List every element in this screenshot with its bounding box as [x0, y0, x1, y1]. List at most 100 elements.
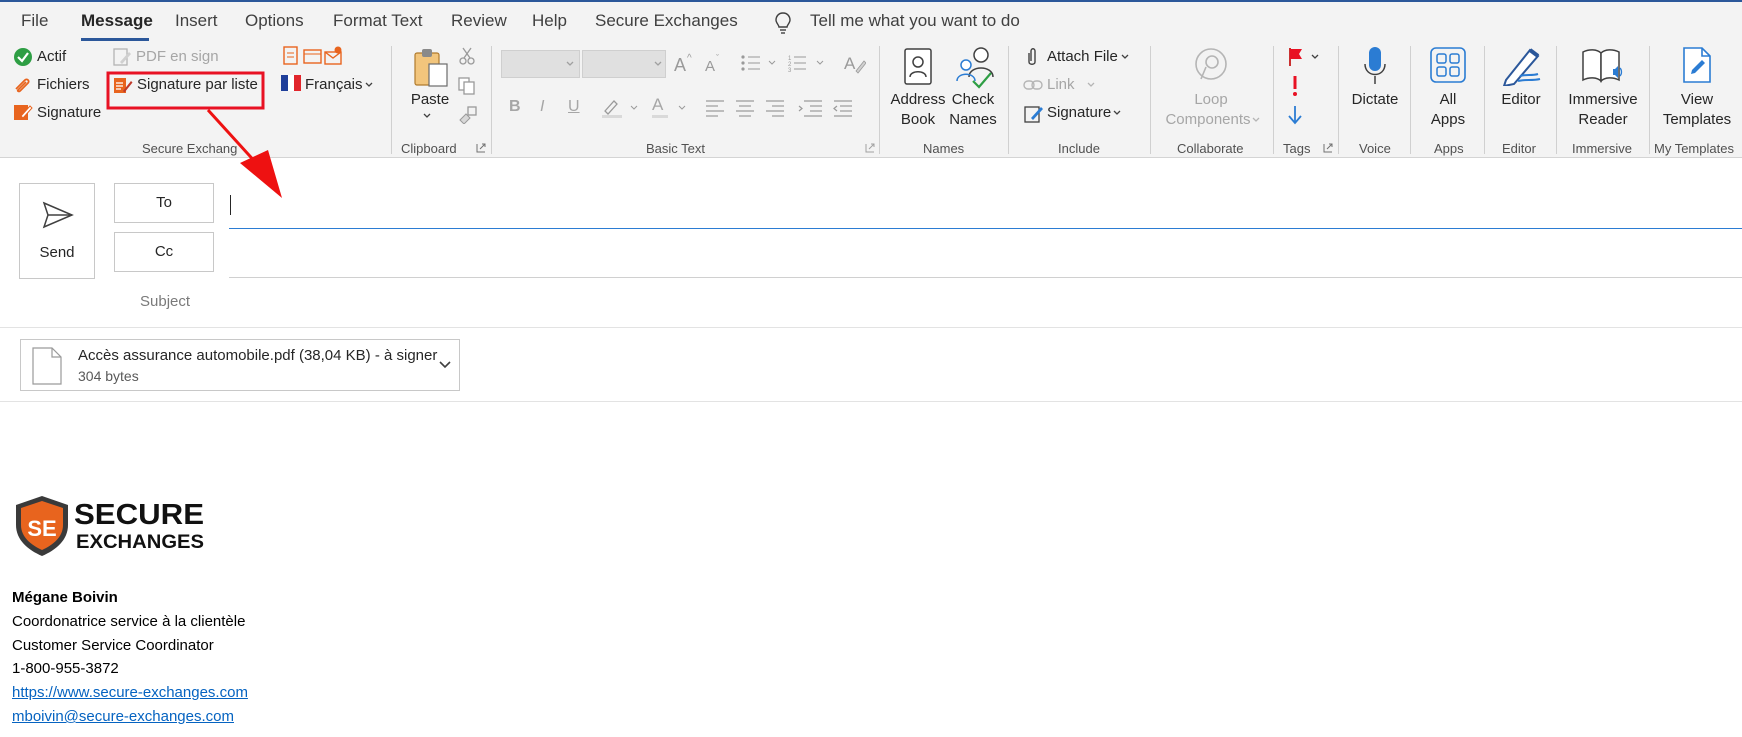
- view-templates-icon: [1683, 47, 1711, 83]
- immersive-reader-line1[interactable]: Immersive: [1560, 90, 1646, 110]
- dialog-launcher-icon[interactable]: [1323, 143, 1333, 153]
- menu-tabs: File Message Insert Options Format Text …: [0, 2, 1742, 42]
- underline-button[interactable]: U: [568, 98, 580, 116]
- attach-file-button[interactable]: Attach File: [1047, 48, 1118, 65]
- check-names-icon: [956, 47, 994, 89]
- view-templates-line2[interactable]: Templates: [1654, 110, 1740, 130]
- loop-icon: [1195, 48, 1227, 80]
- view-templates-line1[interactable]: View: [1654, 90, 1740, 110]
- ribbon-separator: [1273, 46, 1274, 154]
- cc-button[interactable]: Cc: [114, 232, 214, 272]
- svg-text:A: A: [844, 54, 856, 73]
- dialog-launcher-icon[interactable]: [476, 143, 486, 153]
- tags-group-label: Tags: [1283, 141, 1311, 156]
- chevron-down-icon: [365, 82, 373, 87]
- loop-components-line1[interactable]: Loop: [1150, 90, 1272, 110]
- collaborate-group-label: Collaborate: [1177, 141, 1244, 156]
- format-painter-icon[interactable]: [458, 106, 478, 124]
- ribbon-separator: [1556, 46, 1557, 154]
- tab-review[interactable]: Review: [451, 11, 507, 31]
- subject-field[interactable]: [0, 316, 1742, 328]
- highlight-color-icon[interactable]: [601, 97, 641, 119]
- bold-button[interactable]: B: [509, 98, 521, 116]
- dialog-launcher-icon[interactable]: [865, 143, 875, 153]
- ribbon-separator: [1649, 46, 1650, 154]
- paste-icon: [414, 49, 448, 87]
- tab-format-text[interactable]: Format Text: [333, 11, 422, 31]
- tab-file[interactable]: File: [21, 11, 48, 31]
- signature-title-fr: Coordonatrice service à la clientèle: [12, 613, 246, 630]
- editor-group-label: Editor: [1502, 141, 1536, 156]
- ribbon-separator: [491, 46, 492, 154]
- low-importance-icon[interactable]: [1288, 105, 1302, 125]
- active-tab-indicator: [81, 38, 149, 41]
- ribbon: Actif Fichiers Signature PDF en sign Sig…: [0, 42, 1742, 158]
- fichiers-button[interactable]: Fichiers: [37, 76, 90, 93]
- file-icon: [32, 347, 62, 385]
- my-templates-group-label: My Templates: [1654, 141, 1734, 156]
- apps-grid-icon: [1430, 47, 1466, 83]
- french-flag-icon: [281, 75, 301, 91]
- chevron-down-icon: [1121, 54, 1129, 59]
- secure-exchanges-logo: SE SECURE EXCHANGES: [16, 496, 204, 556]
- apps-group-label: Apps: [1434, 141, 1464, 156]
- language-dropdown[interactable]: Français: [305, 76, 363, 93]
- tab-options[interactable]: Options: [245, 11, 304, 31]
- attachment-card[interactable]: Accès assurance automobile.pdf (38,04 KB…: [20, 339, 460, 391]
- editor-pen-icon: [1502, 48, 1541, 86]
- link-button[interactable]: Link: [1047, 76, 1075, 93]
- chevron-down-icon: [654, 61, 662, 66]
- send-icon: [42, 201, 74, 229]
- paste-button[interactable]: Paste: [410, 90, 450, 110]
- signature-par-liste-button[interactable]: Signature par liste: [137, 76, 258, 93]
- check-names-line2[interactable]: Names: [945, 110, 1001, 130]
- check-names-line1[interactable]: Check: [945, 90, 1001, 110]
- cc-field[interactable]: [229, 230, 1742, 278]
- tab-help[interactable]: Help: [532, 11, 567, 31]
- alignment-indent-icons[interactable]: [706, 99, 852, 117]
- italic-button[interactable]: I: [540, 98, 544, 116]
- clear-formatting-icon[interactable]: A: [844, 52, 866, 74]
- pdf-en-sign-button[interactable]: PDF en sign: [136, 48, 219, 65]
- check-circle-icon: [14, 48, 32, 66]
- copy-icon[interactable]: [458, 77, 476, 95]
- scissors-icon[interactable]: [458, 47, 476, 65]
- tell-me-search[interactable]: Tell me what you want to do: [810, 11, 1020, 31]
- address-book-line1[interactable]: Address: [888, 90, 948, 110]
- immersive-reader-line2[interactable]: Reader: [1560, 110, 1646, 130]
- send-button[interactable]: Send: [19, 183, 95, 279]
- immersive-reader-icon: [1582, 49, 1623, 83]
- tab-secure-exchanges[interactable]: Secure Exchanges: [595, 11, 738, 31]
- signature-title-en: Customer Service Coordinator: [12, 637, 214, 654]
- immersive-group-label: Immersive: [1572, 141, 1632, 156]
- tab-message[interactable]: Message: [81, 11, 153, 31]
- editor-button[interactable]: Editor: [1491, 90, 1551, 110]
- tab-insert[interactable]: Insert: [175, 11, 218, 31]
- all-apps-line1[interactable]: All: [1418, 90, 1478, 110]
- to-field[interactable]: [229, 186, 1742, 229]
- signature-icon: [1024, 106, 1043, 123]
- flag-icon[interactable]: [1287, 47, 1305, 67]
- signature-website-link[interactable]: https://www.secure-exchanges.com: [12, 684, 248, 701]
- actif-button[interactable]: Actif: [37, 48, 66, 65]
- high-importance-icon[interactable]: [1291, 75, 1299, 97]
- address-book-line2[interactable]: Book: [888, 110, 948, 130]
- subject-label: Subject: [140, 293, 191, 310]
- signature-email-link[interactable]: mboivin@secure-exchanges.com: [12, 708, 234, 725]
- font-color-icon: [652, 105, 686, 118]
- bullets-numbering-icon[interactable]: 123: [740, 53, 840, 73]
- loop-components-line2[interactable]: Components: [1152, 110, 1264, 130]
- signature-name: Mégane Boivin: [12, 589, 118, 606]
- chevron-down-icon[interactable]: [439, 361, 451, 369]
- attachment-divider: [0, 401, 1742, 402]
- ribbon-separator: [1484, 46, 1485, 154]
- attachment-name: Accès assurance automobile.pdf (38,04 KB…: [78, 347, 438, 364]
- voice-group-label: Voice: [1359, 141, 1391, 156]
- font-grow-shrink-icon[interactable]: A ^ Aˇ: [674, 51, 728, 75]
- svg-text:SE: SE: [27, 516, 56, 541]
- dictate-button[interactable]: Dictate: [1345, 90, 1405, 110]
- include-signature-button[interactable]: Signature: [1047, 104, 1111, 121]
- all-apps-line2[interactable]: Apps: [1418, 110, 1478, 130]
- to-button[interactable]: To: [114, 183, 214, 223]
- signature-button[interactable]: Signature: [37, 104, 101, 121]
